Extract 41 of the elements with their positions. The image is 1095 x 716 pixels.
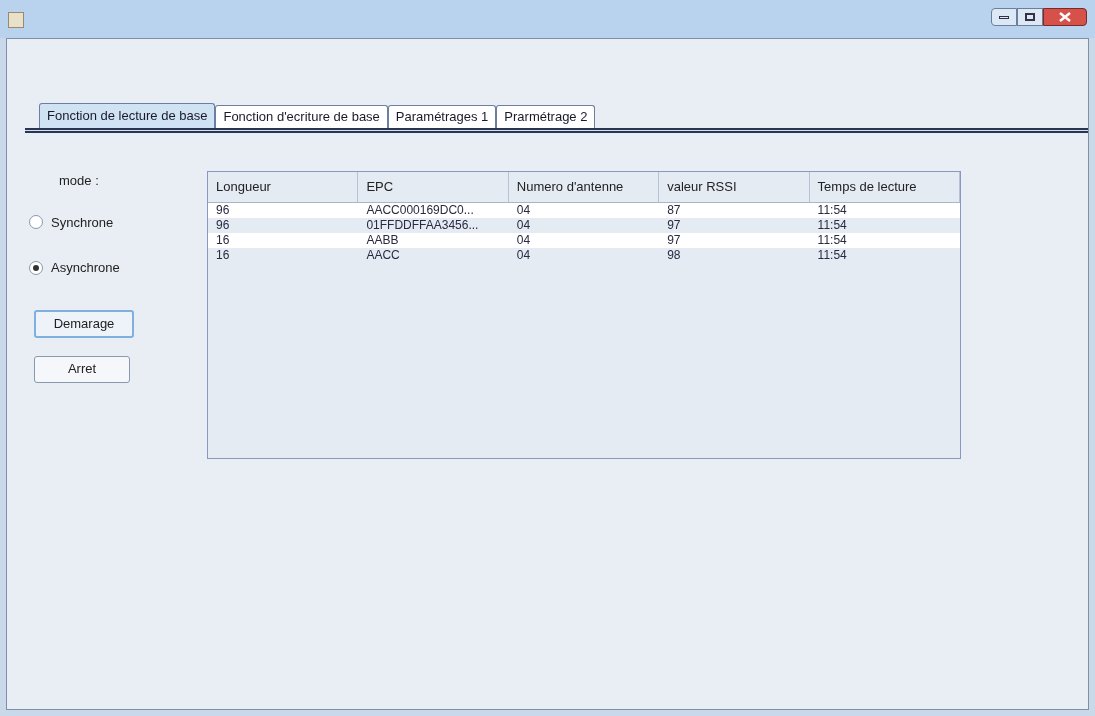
action-button[interactable]: Demarage	[34, 309, 134, 338]
table-cell-text: 96	[215, 218, 231, 233]
maximize-button[interactable]	[1017, 8, 1043, 26]
table-cell-text: 11:54	[816, 218, 848, 233]
table-cell-text: 98	[666, 248, 682, 263]
table-cell-text: 97	[666, 233, 682, 248]
app-icon	[8, 12, 24, 28]
table-cell-text: 16	[215, 248, 231, 263]
column-header[interactable]: valeur RSSI	[659, 172, 810, 202]
close-button[interactable]	[1043, 8, 1087, 26]
table-cell-text: 87	[666, 203, 682, 218]
table-cell-text: AABB	[365, 233, 400, 248]
radio-option[interactable]: Synchrone	[29, 212, 114, 232]
table-cell-text: 96	[215, 203, 231, 218]
table-cell-text: 04	[515, 203, 532, 218]
close-icon	[1059, 12, 1071, 22]
table-cell-text: 04	[515, 218, 532, 233]
tab[interactable]: Fonction de lecture de base	[39, 103, 216, 128]
column-header[interactable]: Numero d'antenne	[508, 172, 660, 202]
tab[interactable]: Fonction d'ecriture de base	[215, 105, 388, 128]
table-cell-text: 11:54	[816, 203, 848, 218]
table-cell-text: 01FFDDFFAA3456...	[365, 218, 480, 233]
table-cell-text: 11:54	[816, 248, 848, 263]
column-header[interactable]: EPC	[358, 172, 509, 202]
table-cell-text: 97	[666, 218, 682, 233]
radio-button[interactable]	[29, 260, 43, 275]
mode-label: mode :	[59, 172, 99, 190]
action-button[interactable]: Arret	[34, 355, 130, 383]
minimize-button[interactable]	[991, 8, 1017, 26]
table-cell-text: 11:54	[816, 233, 848, 248]
column-header[interactable]: Longueur	[208, 172, 359, 202]
tab[interactable]: Prarmétrage 2	[496, 105, 596, 128]
table-cell-text: AACC	[365, 248, 401, 263]
table-cell-text: 04	[515, 248, 532, 263]
table-cell-text: 16	[215, 233, 231, 248]
radio-button[interactable]	[29, 215, 43, 230]
radio-option[interactable]: Asynchrone	[29, 258, 120, 278]
table-cell-text: 04	[515, 233, 532, 248]
tab[interactable]: Paramétrages 1	[387, 105, 497, 128]
table-cell-text: AACC000169DC0...	[365, 203, 475, 218]
column-header[interactable]: Temps de lecture	[809, 172, 960, 202]
